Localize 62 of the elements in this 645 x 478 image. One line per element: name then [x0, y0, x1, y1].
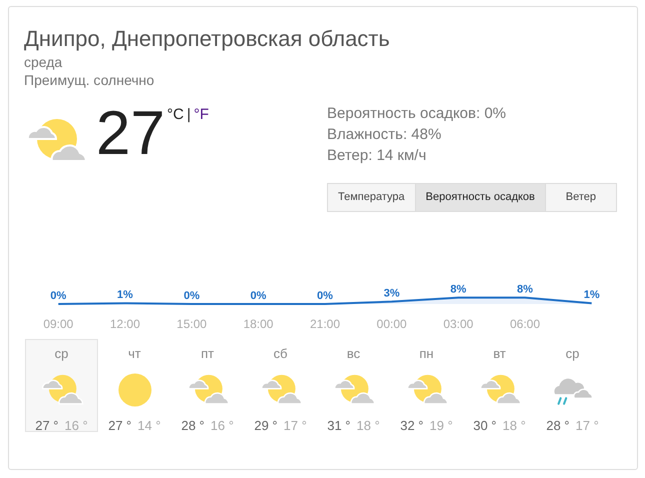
day-label: вт [493, 346, 506, 362]
day-label: ср [54, 346, 68, 362]
value-label: 3% [384, 288, 400, 300]
time-label: 15:00 [176, 317, 207, 331]
day-forecast[interactable]: пн 32 ° 19 ° [390, 339, 463, 432]
celsius-unit: °C [166, 105, 184, 125]
low-temperature: 19 ° [430, 418, 453, 434]
time-label: 18:00 [243, 317, 274, 331]
detail-text: Влажность: 48% [327, 125, 442, 145]
high-temperature: 28 ° [546, 418, 570, 434]
high-temperature: 27 ° [108, 418, 132, 434]
high-temperature: 31 ° [327, 418, 350, 434]
high-temperature: 27 ° [35, 418, 58, 434]
time-label: 21:00 [310, 317, 340, 331]
day-label: чт [128, 346, 141, 362]
day-forecast[interactable]: чт 27 ° 14 ° [98, 339, 171, 432]
day-label: сб [274, 346, 288, 362]
low-temperature: 17 ° [284, 418, 307, 434]
temperature-value: 27 [96, 103, 165, 165]
time-label: 06:00 [510, 317, 540, 331]
condition-text: Преимущ. солнечно [24, 71, 156, 89]
tab[interactable]: Температура [327, 183, 416, 212]
detail-text: Вероятность осадков: 0% [327, 104, 507, 124]
value-label: 0% [317, 290, 333, 302]
low-temperature: 17 ° [576, 418, 599, 434]
value-label: 0% [184, 290, 200, 302]
value-label: 1% [584, 289, 600, 302]
day-forecast[interactable]: пт 28 ° 16 ° [171, 339, 244, 432]
low-temperature: 18 ° [502, 418, 526, 434]
high-temperature: 32 ° [400, 418, 424, 434]
detail-text: Ветер: 14 км/ч [327, 146, 428, 166]
time-label: 00:00 [376, 317, 407, 331]
time-label: 03:00 [443, 317, 474, 331]
tab[interactable]: Ветер [544, 183, 617, 212]
value-label: 0% [250, 290, 266, 302]
day-label: пт [201, 346, 214, 362]
day-forecast[interactable]: вс 31 ° 18 ° [317, 339, 390, 432]
low-temperature: 16 ° [210, 418, 234, 434]
high-temperature: 29 ° [254, 418, 278, 434]
day-label: вс [346, 346, 360, 362]
low-temperature: 16 ° [64, 418, 88, 434]
tab[interactable]: Вероятность осадков [414, 183, 546, 212]
day-name: среда [24, 53, 64, 71]
fahrenheit-unit[interactable]: °F [194, 104, 209, 126]
value-label: 0% [50, 290, 66, 302]
low-temperature: 18 ° [356, 418, 380, 434]
day-forecast[interactable]: вт 30 ° 18 ° [463, 339, 536, 432]
time-label: 09:00 [43, 317, 74, 331]
day-forecast[interactable]: сб 29 ° 17 ° [244, 339, 317, 432]
value-label: 8% [517, 284, 533, 296]
time-label: 12:00 [110, 317, 140, 331]
unit-separator: | [186, 105, 191, 125]
day-label: ср [566, 346, 580, 362]
day-forecast[interactable]: ср 27 ° 16 ° [25, 339, 98, 432]
high-temperature: 28 ° [181, 418, 204, 434]
day-label: пн [419, 346, 434, 362]
value-label: 1% [117, 289, 133, 302]
low-temperature: 14 ° [138, 418, 161, 434]
high-temperature: 30 ° [473, 418, 496, 434]
value-label: 8% [450, 284, 466, 296]
location-title: Днипро, Днепропетровская область [24, 25, 391, 53]
day-forecast[interactable]: ср 28 ° 17 ° [536, 339, 609, 432]
